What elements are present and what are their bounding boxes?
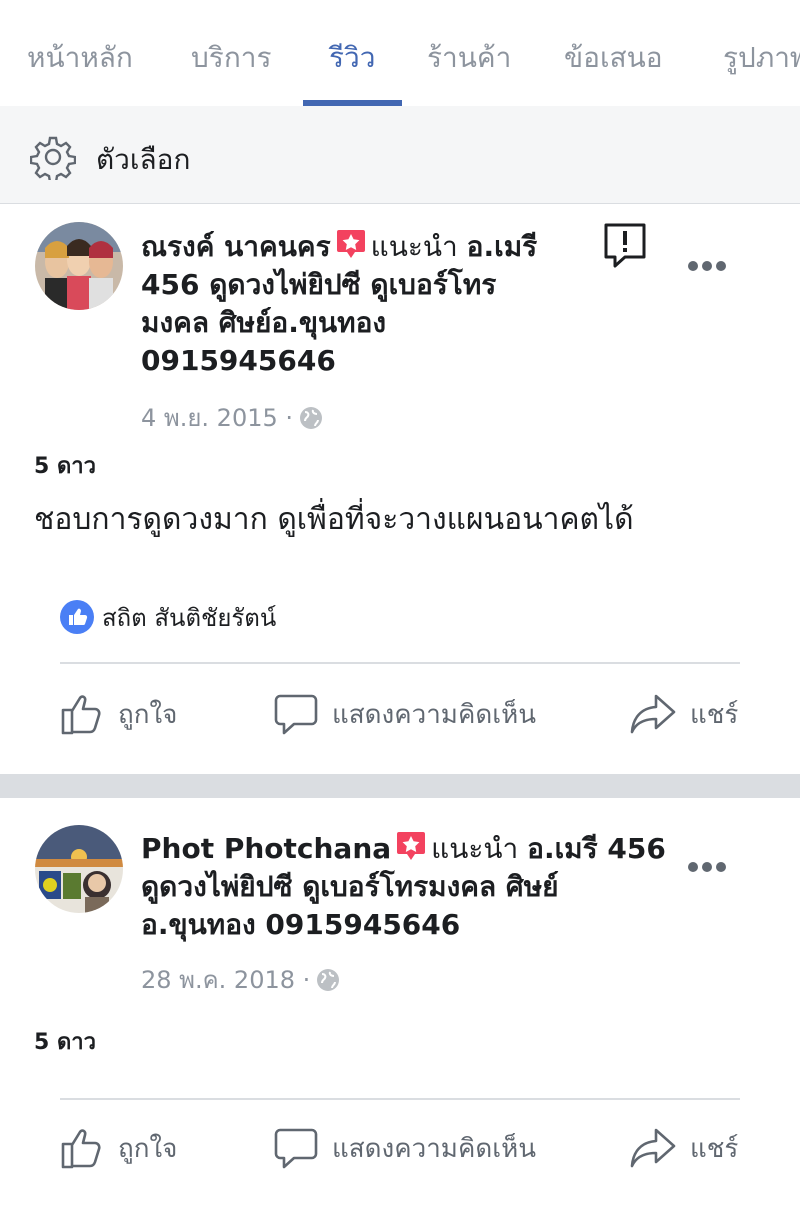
section-separator <box>0 774 800 798</box>
divider <box>60 1098 740 1100</box>
post-header: ณรงค์ นาคนคร แนะนำ อ.เมรี 456 ดูดวงไพ่ยิป… <box>141 228 537 380</box>
comment-button[interactable]: แสดงความคิดเห็น <box>274 684 536 744</box>
thumbs-up-icon <box>61 695 101 735</box>
post-date: 28 พ.ค. 2018 · <box>141 960 340 999</box>
author-name[interactable]: ณรงค์ นาคนคร <box>141 230 331 263</box>
tab-photos[interactable]: รูปภาพ <box>723 36 800 80</box>
share-button[interactable]: แชร์ <box>630 1118 738 1178</box>
like-button[interactable]: ถูกใจ <box>60 684 177 744</box>
tab-home[interactable]: หน้าหลัก <box>27 36 133 80</box>
review-text: ชอบการดูดวงมาก ดูเพื่อที่จะวางแผนอนาคตได… <box>34 502 634 537</box>
comment-icon <box>274 1128 318 1169</box>
review-post: Phot Photchana แนะนำ อ.เมรี 456 ดูดวงไพ่ย… <box>0 798 800 1211</box>
likers-names: สถิต สันติชัยรัตน์ <box>102 604 277 632</box>
avatar[interactable] <box>35 825 123 913</box>
more-options-icon[interactable] <box>688 862 726 874</box>
page-name-cont[interactable]: อ.ขุนทอง 0915945646 <box>141 908 460 941</box>
share-icon <box>630 694 676 734</box>
comment-icon <box>274 694 318 735</box>
rating-label: 5 ดาว <box>34 454 96 479</box>
recommend-badge-icon <box>336 230 365 258</box>
tab-reviews[interactable]: รีวิว <box>329 36 375 80</box>
tab-offers[interactable]: ข้อเสนอ <box>564 36 663 80</box>
more-options-icon[interactable] <box>688 261 726 273</box>
share-icon <box>630 1128 676 1168</box>
like-reaction-icon <box>60 600 94 634</box>
rating-label: 5 ดาว <box>34 1030 96 1055</box>
post-date: 4 พ.ย. 2015 · <box>141 398 323 437</box>
recommends-label: แนะนำ <box>431 832 519 865</box>
likers-row[interactable]: สถิต สันติชัยรัตน์ <box>60 598 276 637</box>
like-button[interactable]: ถูกใจ <box>60 1118 177 1178</box>
options-bar[interactable]: ตัวเลือก <box>0 106 800 204</box>
gear-icon <box>30 136 76 180</box>
action-bar: ถูกใจ แสดงความคิดเห็น แชร์ <box>0 1118 800 1178</box>
author-name[interactable]: Phot Photchana <box>141 832 391 865</box>
page-name-cont[interactable]: ดูดวงไพ่ยิปซี ดูเบอร์โทรมงคล ศิษย์ <box>141 870 559 903</box>
tab-shop[interactable]: ร้านค้า <box>427 36 511 80</box>
post-header: Phot Photchana แนะนำ อ.เมรี 456 ดูดวงไพ่ย… <box>141 830 666 944</box>
comment-button[interactable]: แสดงความคิดเห็น <box>274 1118 536 1178</box>
tab-services[interactable]: บริการ <box>191 36 272 80</box>
options-label: ตัวเลือก <box>96 143 191 176</box>
share-button[interactable]: แชร์ <box>630 684 738 744</box>
page-name[interactable]: อ.เมรี <box>467 230 538 263</box>
page-name-cont[interactable]: 456 ดูดวงไพ่ยิปซี ดูเบอร์โทร <box>141 268 496 301</box>
thumbs-up-icon <box>61 1129 101 1169</box>
recommends-label: แนะนำ <box>370 230 458 263</box>
tab-bar: หน้าหลัก บริการ รีวิว ร้านค้า ข้อเสนอ รู… <box>0 0 800 106</box>
divider <box>60 662 740 664</box>
page-name-cont[interactable]: มงคล ศิษย์อ.ขุนทอง <box>141 306 386 339</box>
globe-icon <box>300 407 323 429</box>
page-name-cont[interactable]: 0915945646 <box>141 344 336 377</box>
avatar[interactable] <box>35 222 123 310</box>
report-icon[interactable] <box>603 222 647 274</box>
action-bar: ถูกใจ แสดงความคิดเห็น แชร์ <box>0 684 800 744</box>
globe-icon <box>317 969 340 991</box>
page-name[interactable]: อ.เมรี 456 <box>527 832 666 865</box>
review-post: ณรงค์ นาคนคร แนะนำ อ.เมรี 456 ดูดวงไพ่ยิป… <box>0 204 800 774</box>
recommend-badge-icon <box>397 832 426 860</box>
